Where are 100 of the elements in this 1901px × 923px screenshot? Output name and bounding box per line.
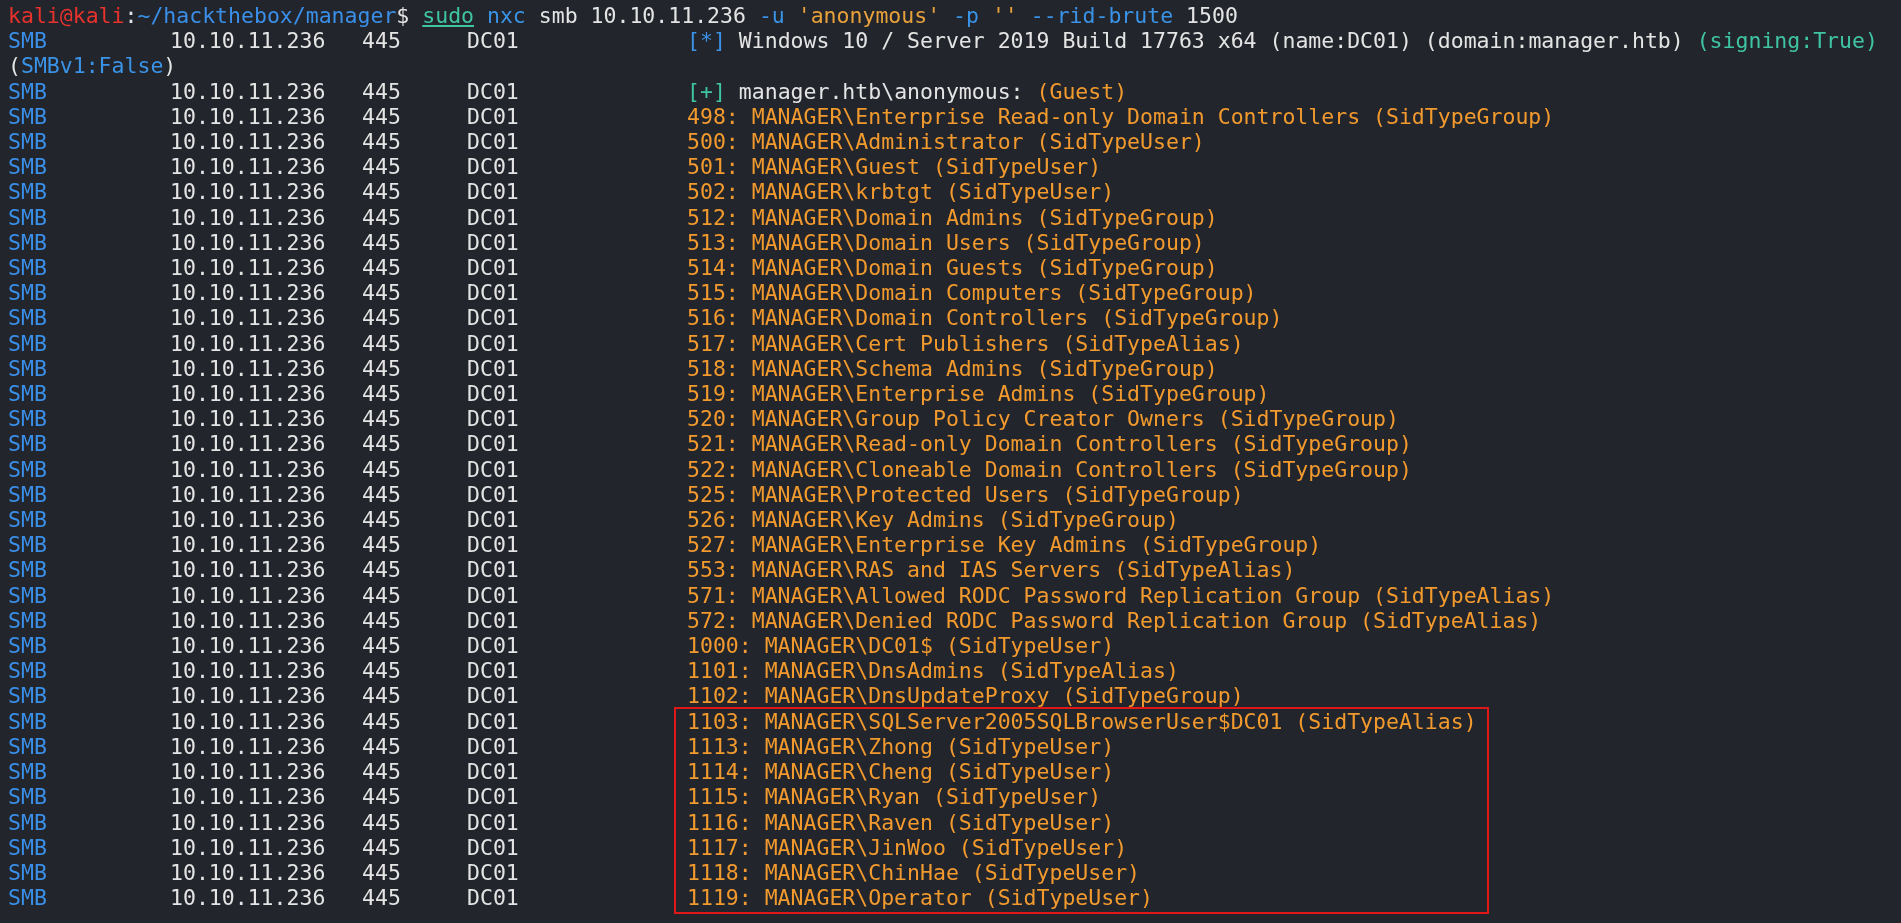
output-message: 1115: MANAGER\Ryan (SidTypeUser) — [687, 784, 1102, 810]
host-address: 10.10.11.236 — [170, 582, 327, 608]
protocol-label: SMB — [8, 330, 48, 356]
protocol-label: SMB — [8, 859, 48, 886]
host-name: DC01 — [467, 431, 520, 457]
output-message: 518: MANAGER\Schema Admins (SidTypeGroup) — [687, 355, 1218, 382]
host-address: 10.10.11.236 — [170, 633, 327, 659]
protocol-label: SMB — [8, 305, 48, 331]
output-message: 498: MANAGER\Enterprise Read-only Domain Controllers (SidTypeGroup) — [687, 103, 1555, 129]
port-number: 445 — [362, 255, 402, 281]
port-number: 445 — [362, 607, 402, 634]
host-address: 10.10.11.236 — [170, 859, 327, 886]
output-message: 572: MANAGER\Denied RODC Password Replication Group (SidTypeAlias) — [687, 607, 1542, 634]
output-message: 514: MANAGER\Domain Guests (SidTypeGroup) — [687, 255, 1218, 281]
port-number: 445 — [362, 582, 402, 608]
host-address: 10.10.11.236 — [170, 557, 327, 583]
host-name: DC01 — [467, 355, 520, 382]
output-message: 1000: MANAGER\DC01$ (SidTypeUser) — [687, 633, 1115, 659]
host-name: DC01 — [467, 784, 520, 810]
host-name: DC01 — [467, 255, 520, 281]
protocol-label: SMB — [8, 280, 48, 306]
host-address: 10.10.11.236 — [170, 330, 327, 356]
port-number: 445 — [362, 179, 402, 205]
host-address: 10.10.11.236 — [170, 305, 327, 331]
host-address: 10.10.11.236 — [170, 456, 327, 482]
host-name: DC01 — [467, 859, 520, 886]
output-message: 516: MANAGER\Domain Controllers (SidTypeGroup) — [687, 305, 1283, 331]
host-address: 10.10.11.236 — [170, 28, 327, 54]
host-address: 10.10.11.236 — [170, 154, 327, 180]
host-name: DC01 — [467, 381, 520, 407]
host-name: DC01 — [467, 809, 520, 835]
port-number: 445 — [362, 507, 402, 533]
port-number: 445 — [362, 330, 402, 356]
command-line: sudo nxc smb 10.10.11.236 -u 'anonymous' -p '' --rid-brute 1500 — [422, 3, 1238, 29]
protocol-label: SMB — [8, 204, 48, 230]
output-message: [+] manager.htb\anonymous: (Guest) — [687, 78, 1128, 104]
protocol-label: SMB — [8, 834, 48, 860]
port-number: 445 — [362, 381, 402, 407]
output-message: 1117: MANAGER\JinWoo (SidTypeUser) — [687, 834, 1128, 860]
protocol-label: SMB — [8, 381, 48, 407]
host-address: 10.10.11.236 — [170, 129, 327, 155]
port-number: 445 — [362, 154, 402, 180]
protocol-label: SMB — [8, 885, 48, 911]
output-message: 501: MANAGER\Guest (SidTypeUser) — [687, 154, 1102, 180]
host-address: 10.10.11.236 — [170, 406, 327, 432]
host-address: 10.10.11.236 — [170, 784, 327, 810]
host-name: DC01 — [467, 330, 520, 356]
host-address: 10.10.11.236 — [170, 759, 327, 785]
output-message: 520: MANAGER\Group Policy Creator Owners (SidTypeGroup) — [687, 406, 1399, 432]
host-address: 10.10.11.236 — [170, 103, 327, 129]
protocol-label: SMB — [8, 607, 48, 634]
output-message: 517: MANAGER\Cert Publishers (SidTypeAlias) — [687, 330, 1244, 356]
protocol-label: SMB — [8, 103, 48, 129]
output-message: 526: MANAGER\Key Admins (SidTypeGroup) — [687, 507, 1179, 533]
protocol-label: SMB — [8, 557, 48, 583]
host-name: DC01 — [467, 103, 520, 129]
host-name: DC01 — [467, 759, 520, 785]
protocol-label: SMB — [8, 154, 48, 180]
host-name: DC01 — [467, 557, 520, 583]
port-number: 445 — [362, 103, 402, 129]
protocol-label: SMB — [8, 683, 48, 709]
output-message: 525: MANAGER\Protected Users (SidTypeGroup) — [687, 481, 1244, 508]
protocol-label: SMB — [8, 406, 48, 432]
output-message: 527: MANAGER\Enterprise Key Admins (SidTypeGroup) — [687, 532, 1322, 558]
host-address: 10.10.11.236 — [170, 834, 327, 860]
host-name: DC01 — [467, 834, 520, 860]
output-message: 571: MANAGER\Allowed RODC Password Replication Group (SidTypeAlias) — [687, 582, 1555, 608]
protocol-label: SMB — [8, 481, 48, 508]
protocol-label: SMB — [8, 78, 48, 104]
host-name: DC01 — [467, 708, 520, 734]
port-number: 445 — [362, 532, 402, 558]
host-name: DC01 — [467, 582, 520, 608]
host-address: 10.10.11.236 — [170, 809, 327, 835]
output-message: 502: MANAGER\krbtgt (SidTypeUser) — [687, 179, 1115, 205]
host-address: 10.10.11.236 — [170, 733, 327, 760]
output-message: 553: MANAGER\RAS and IAS Servers (SidTypeAlias) — [687, 557, 1296, 583]
port-number: 445 — [362, 305, 402, 331]
port-number: 445 — [362, 683, 402, 709]
port-number: 445 — [362, 355, 402, 382]
host-address: 10.10.11.236 — [170, 381, 327, 407]
host-address: 10.10.11.236 — [170, 507, 327, 533]
port-number: 445 — [362, 481, 402, 508]
port-number: 445 — [362, 229, 402, 256]
port-number: 445 — [362, 809, 402, 835]
host-name: DC01 — [467, 683, 520, 709]
port-number: 445 — [362, 633, 402, 659]
host-name: DC01 — [467, 406, 520, 432]
host-name: DC01 — [467, 204, 520, 230]
host-address: 10.10.11.236 — [170, 885, 327, 911]
protocol-label: SMB — [8, 708, 48, 734]
host-address: 10.10.11.236 — [170, 532, 327, 558]
output-message: 1101: MANAGER\DnsAdmins (SidTypeAlias) — [687, 658, 1179, 684]
host-name: DC01 — [467, 456, 520, 482]
protocol-label: SMB — [8, 129, 48, 155]
output-message: 1118: MANAGER\ChinHae (SidTypeUser) — [687, 859, 1141, 886]
port-number: 445 — [362, 834, 402, 860]
host-name: DC01 — [467, 507, 520, 533]
port-number: 445 — [362, 204, 402, 230]
host-name: DC01 — [467, 885, 520, 911]
port-number: 445 — [362, 733, 402, 760]
